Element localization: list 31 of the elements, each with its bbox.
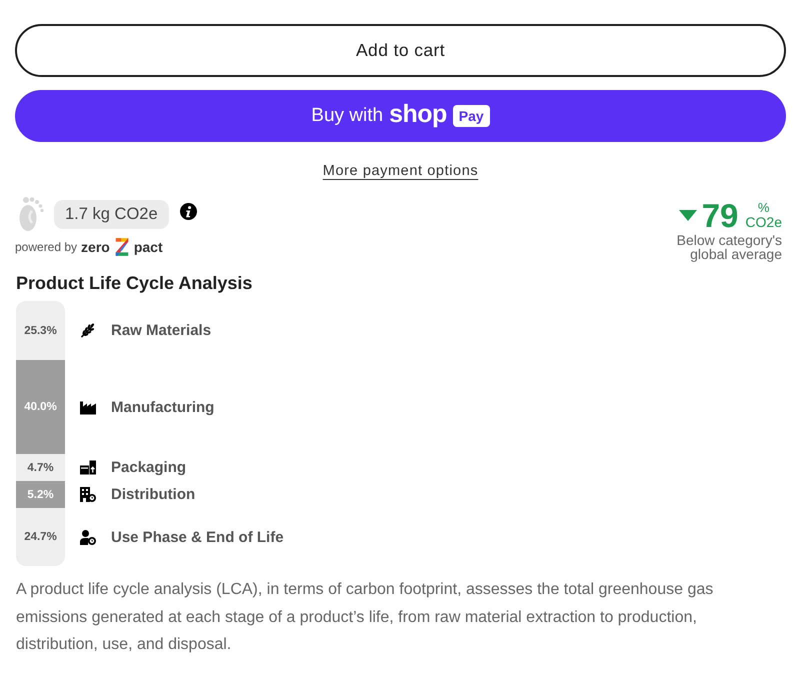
person-clock-icon: [80, 530, 96, 544]
z-logo-icon: [114, 237, 130, 257]
section-title: Product Life Cycle Analysis: [16, 272, 254, 295]
powered-by-text: powered by: [15, 240, 78, 254]
description-paragraph: A product life cycle analysis (LCA), in terms of carbon footprint, assesses the total greenhouse gas emissions generated at each stage of a product’s life, from raw material extraction to production, distribution, use, and disposal.: [16, 580, 714, 655]
brand-name-right: pact: [134, 239, 163, 255]
info-icon[interactable]: [180, 202, 197, 220]
stage-label: Distribution: [111, 486, 196, 503]
stage-label: Manufacturing: [111, 398, 214, 416]
add-to-cart-button[interactable]: Add to cart: [15, 24, 786, 77]
brand-name-left: zero: [81, 239, 110, 255]
percent-unit: %: [758, 201, 770, 215]
stage-label: Packaging: [111, 459, 186, 476]
factory-icon: [80, 400, 96, 414]
wheat-icon: [80, 323, 96, 338]
stage-label: Raw Materials: [111, 322, 212, 339]
bar-segment: 40.0%: [16, 360, 65, 454]
footprint-icon: [17, 196, 45, 232]
carbon-footprint-value: 1.7 kg CO2e: [54, 200, 169, 228]
bar-segment: 5.2%: [16, 481, 65, 508]
bar-segment: 4.7%: [16, 454, 65, 481]
comparison-value: 79: [702, 199, 738, 232]
stage-label: Use Phase & End of Life: [111, 528, 284, 546]
shop-pay-button[interactable]: Buy with shop Pay: [15, 90, 786, 142]
building-clock-icon: [80, 487, 96, 502]
bar-segment: 24.7%: [16, 508, 65, 566]
comparison-caption: Below category's global average: [676, 233, 782, 261]
more-payment-options-link[interactable]: More payment options: [322, 162, 478, 180]
bar-segment: 25.3%: [16, 301, 65, 360]
co2e-unit: CO2e: [745, 215, 782, 230]
boxes-icon: [80, 460, 96, 475]
